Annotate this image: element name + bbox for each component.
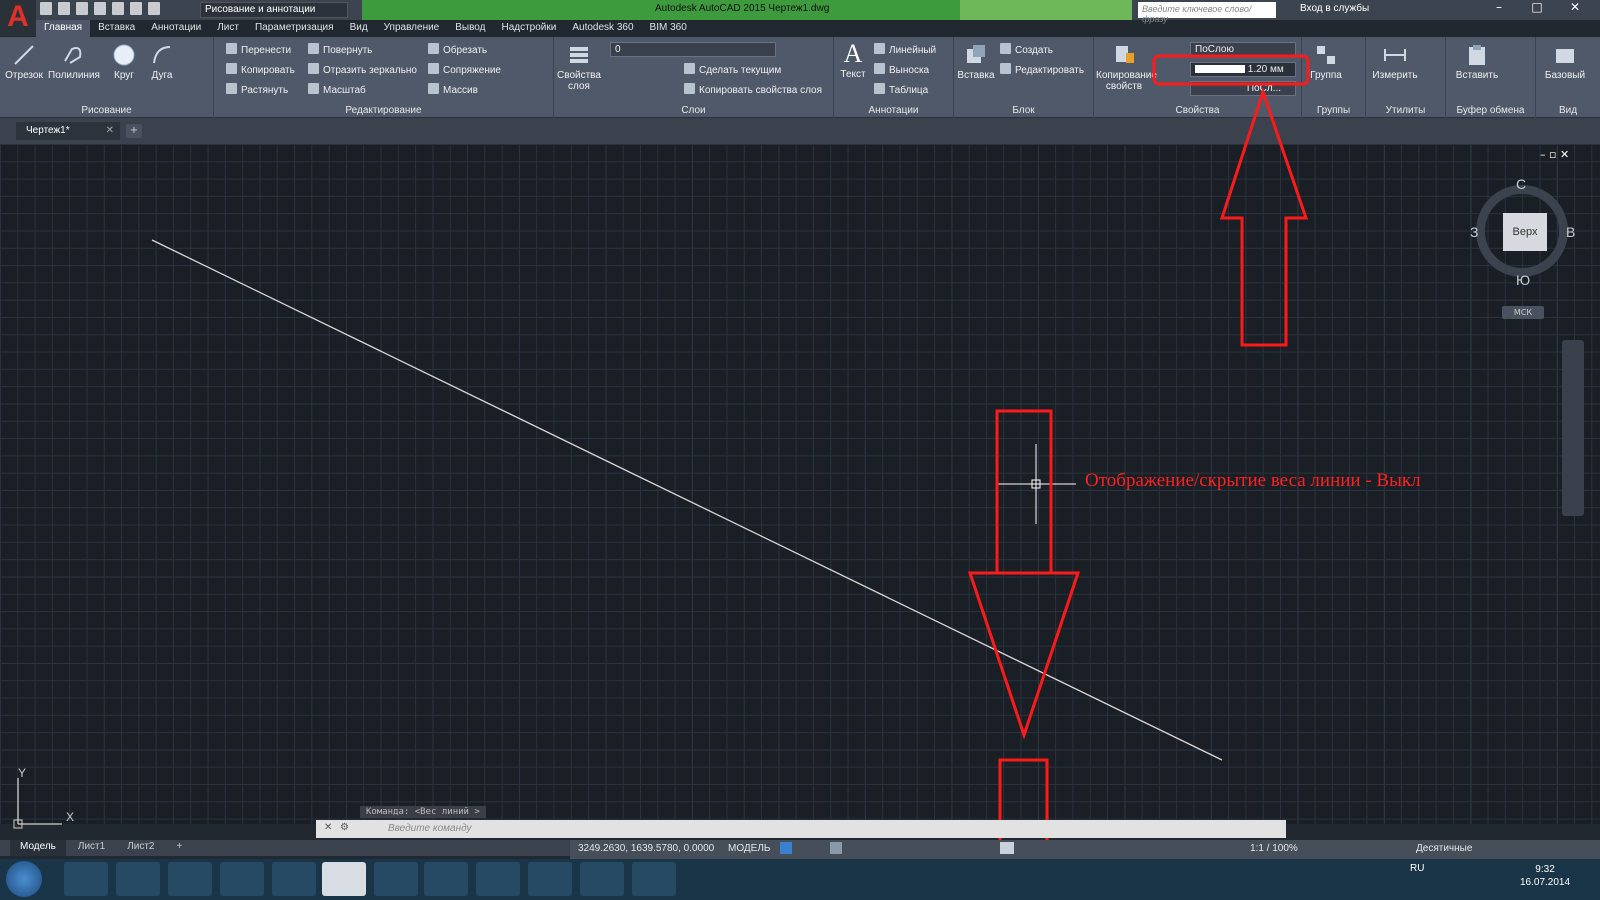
command-close-icon[interactable]: ✕ [324,822,332,833]
ie-icon[interactable] [64,862,108,896]
arrow-down-annotation [967,571,1081,740]
tab-sheet1[interactable]: Лист1 [68,840,115,856]
command-input[interactable]: ✕ ⚙ Введите команду [316,820,1286,838]
annotation-scale[interactable]: 1:1 / 100% [1250,843,1298,854]
units-selector[interactable]: Десятичные [1416,843,1472,854]
status-bar: 3249.2630, 1639.5780, 0.0000 МОДЕЛЬ 1:1 … [570,840,1600,859]
floppy-icon[interactable] [528,862,572,896]
tab-sheet2[interactable]: Лист2 [117,840,164,856]
language-indicator[interactable]: RU [1410,863,1424,874]
clock[interactable]: 9:32 16.07.2014 [1520,863,1570,889]
tab-model[interactable]: Модель [10,840,66,856]
crosshair-cursor [998,444,1076,524]
grid-toggle-icon[interactable] [780,842,792,854]
command-settings-icon[interactable]: ⚙ [340,822,349,833]
app-icon-red[interactable] [220,862,264,896]
app-icon-green[interactable] [580,862,624,896]
lineweight-toggle-icon[interactable] [1000,842,1014,854]
lineweight-highlight [1152,54,1310,86]
ucs-y-label: Y [18,766,27,780]
clock-date: 16.07.2014 [1520,877,1571,888]
taskbar: RU 9:32 16.07.2014 [0,859,1600,900]
highlight-box-top [995,409,1053,575]
model-space-toggle[interactable]: МОДЕЛЬ [728,843,770,854]
autocad-green-icon[interactable] [374,862,418,896]
clock-time: 9:32 [1535,864,1555,875]
snap-toggle-icon[interactable] [830,842,842,854]
explorer-icon[interactable] [116,862,160,896]
autocad-taskbar-icon[interactable] [322,862,366,896]
chrome-icon[interactable] [272,862,316,896]
ucs-icon [13,778,62,829]
drawn-line[interactable] [151,239,1223,761]
photo-icon[interactable] [476,862,520,896]
media-player-icon[interactable] [168,862,212,896]
start-button-icon[interactable] [6,861,42,897]
canvas-overlay [13,54,1310,896]
command-history: Команда: <Вес линий > [360,806,486,818]
command-placeholder: Введите команду [388,823,472,834]
mail-icon[interactable] [424,862,468,896]
add-layout-icon[interactable]: + [167,840,193,856]
ucs-x-label: X [66,810,75,824]
coordinates-readout[interactable]: 3249.2630, 1639.5780, 0.0000 [578,843,714,854]
layout-tabs: Модель Лист1 Лист2 + [0,840,580,856]
annotation-label: Отображение/скрытие веса линии - Выкл [1085,470,1421,491]
paint-icon[interactable] [632,862,676,896]
arrow-up-annotation [1219,87,1309,347]
